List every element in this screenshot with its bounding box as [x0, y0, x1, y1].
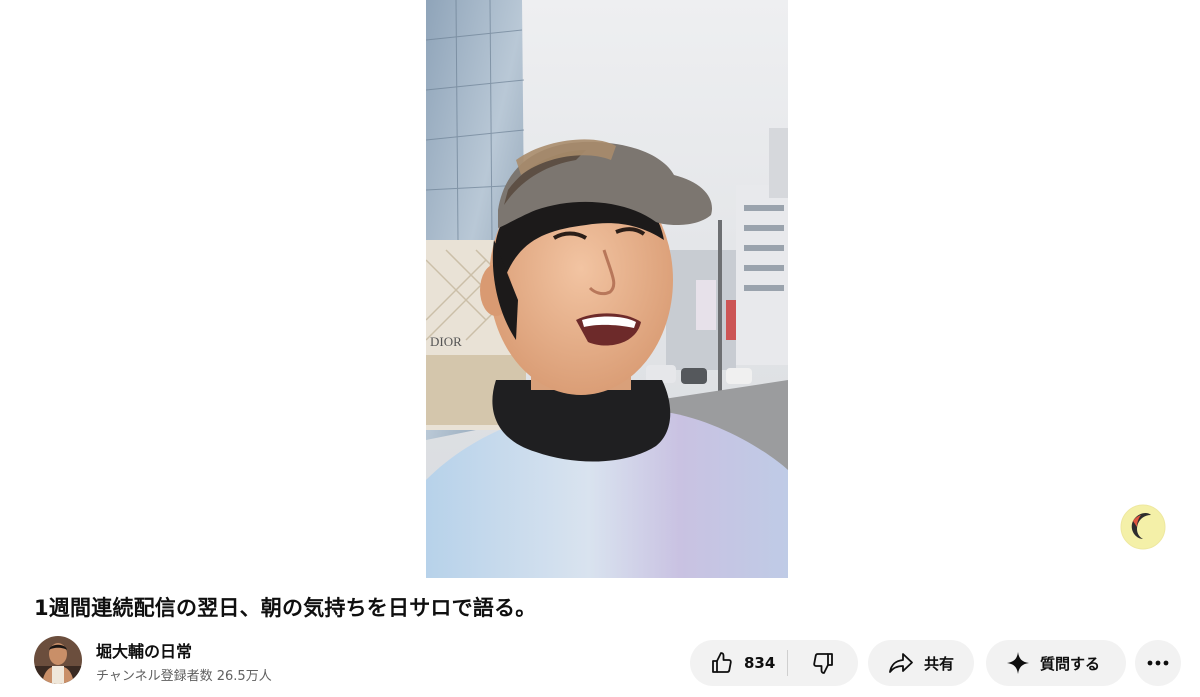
thumbs-up-icon — [710, 651, 734, 675]
channel-name[interactable]: 堀大輔の日常 — [96, 638, 192, 662]
thumbs-down-icon — [811, 651, 835, 675]
channel-avatar[interactable] — [34, 636, 82, 684]
video-frame: DIOR — [426, 0, 788, 578]
moon-icon[interactable] — [1119, 503, 1167, 551]
ask-button[interactable]: 質問する — [986, 640, 1126, 686]
storefront-sign: DIOR — [430, 334, 462, 349]
sparkle-icon — [1006, 651, 1030, 675]
video-player[interactable]: DIOR — [426, 0, 788, 578]
dislike-button[interactable] — [788, 640, 858, 686]
share-label: 共有 — [924, 654, 955, 673]
like-dislike-group: 834 — [690, 640, 858, 686]
subscriber-count: チャンネル登録者数 26.5万人 — [96, 669, 272, 684]
share-button[interactable]: 共有 — [868, 640, 974, 686]
more-actions-button[interactable] — [1135, 640, 1181, 686]
share-arrow-icon — [888, 651, 914, 675]
like-button[interactable]: 834 — [690, 640, 787, 686]
more-horizontal-icon — [1147, 660, 1169, 666]
ask-label: 質問する — [1040, 654, 1101, 673]
video-title: 1週間連続配信の翌日、朝の気持ちを日サロで語る。 — [34, 596, 537, 620]
like-count: 834 — [744, 654, 776, 672]
watch-page: DIOR 1週間連続配信の翌日、朝の気持ちを日サロで語る。 堀大輔の日常 チャン… — [0, 0, 1200, 697]
